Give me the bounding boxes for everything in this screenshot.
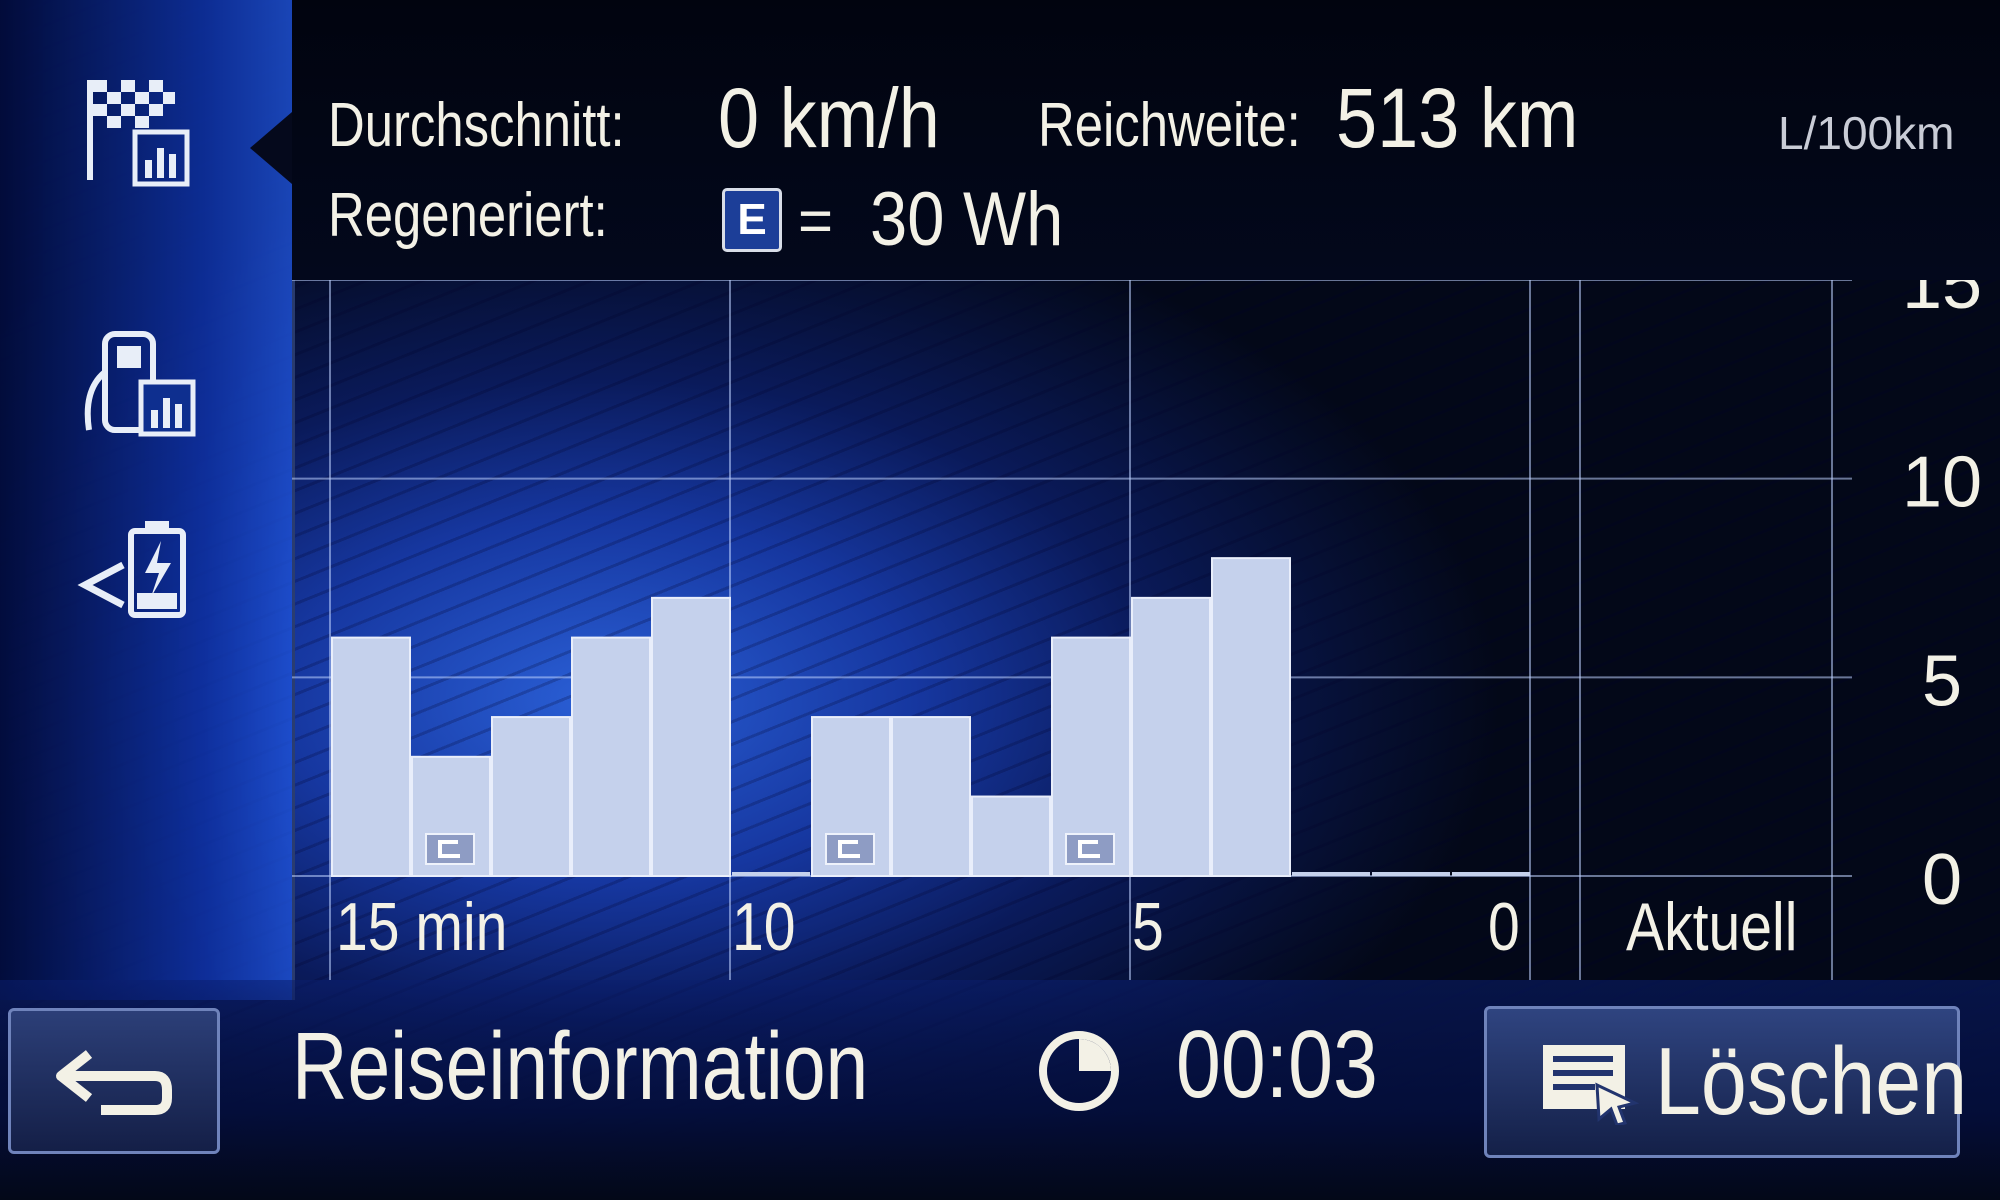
delete-label: Löschen: [1655, 1028, 1968, 1135]
consumption-bar: [1211, 557, 1291, 877]
consumption-bar: [331, 636, 411, 877]
average-speed-label: Durchschnitt:: [328, 91, 625, 160]
x-tick-label: 15 min: [336, 889, 507, 965]
delete-list-icon: [1543, 1045, 1639, 1125]
consumption-bar-empty: [1452, 872, 1530, 876]
elapsed-time: 00:03: [1176, 1011, 1378, 1118]
average-speed-value: 0 km/h: [718, 71, 940, 165]
consumption-unit: L/100km: [1778, 107, 1955, 159]
bottom-bar: Reiseinformation 00:03 Löschen: [0, 980, 2000, 1200]
screen-title: Reiseinformation: [292, 1013, 869, 1120]
regeneration-marker-icon: [425, 833, 475, 865]
regenerated-label: Regeneriert:: [328, 181, 608, 250]
fuel-pump-chart-icon: [84, 331, 196, 437]
y-tick-label: 10: [1902, 443, 1982, 523]
trip-flag-chart-icon: [87, 80, 190, 187]
equals-sign: =: [798, 187, 834, 254]
x-tick-label: Aktuell: [1626, 889, 1797, 965]
consumption-bar: [971, 795, 1051, 877]
regenerated-value: 30 Wh: [870, 177, 1064, 262]
regeneration-marker-icon: [1065, 833, 1115, 865]
consumption-bar: [891, 716, 971, 878]
back-arrow-icon: [56, 1050, 172, 1115]
range-label: Reichweite:: [1038, 91, 1301, 160]
back-button[interactable]: [8, 1008, 220, 1154]
range-value: 513 km: [1336, 71, 1579, 165]
consumption-bar-empty: [732, 872, 810, 876]
clock-icon: [1039, 1031, 1119, 1111]
energy-badge: E: [722, 188, 782, 252]
trip-summary-panel: Durchschnitt: 0 km/h Reichweite: 513 km …: [292, 0, 2000, 280]
side-item-trip-info[interactable]: [40, 40, 240, 230]
consumption-bar-empty: [1292, 872, 1370, 876]
consumption-bar: [1131, 596, 1211, 877]
consumption-bar-empty: [1372, 872, 1450, 876]
x-tick-label: 10: [732, 889, 796, 965]
infotainment-screen: Durchschnitt: 0 km/h Reichweite: 513 km …: [0, 0, 2000, 1200]
x-tick-label: 5: [1132, 889, 1164, 965]
consumption-bar: [491, 716, 571, 878]
side-item-energy-flow[interactable]: [40, 485, 240, 675]
y-tick-label: 15: [1902, 280, 1982, 324]
y-tick-label: 0: [1922, 840, 1962, 920]
consumption-bar: [571, 636, 651, 877]
x-tick-label: 0: [1488, 889, 1520, 965]
y-tick-label: 5: [1922, 641, 1962, 721]
delete-button[interactable]: Löschen: [1484, 1006, 1967, 1158]
regeneration-marker-icon: [825, 833, 875, 865]
consumption-bar: [651, 596, 731, 877]
side-item-fuel-history[interactable]: [40, 290, 240, 480]
battery-charge-flow-icon: [77, 521, 186, 618]
consumption-chart-svg: 15 10 5 0 15 min 10 5 0 Aktuell: [292, 280, 1982, 980]
selection-pointer: [250, 112, 292, 184]
consumption-chart: 15 10 5 0 15 min 10 5 0 Aktuell: [292, 280, 2000, 980]
